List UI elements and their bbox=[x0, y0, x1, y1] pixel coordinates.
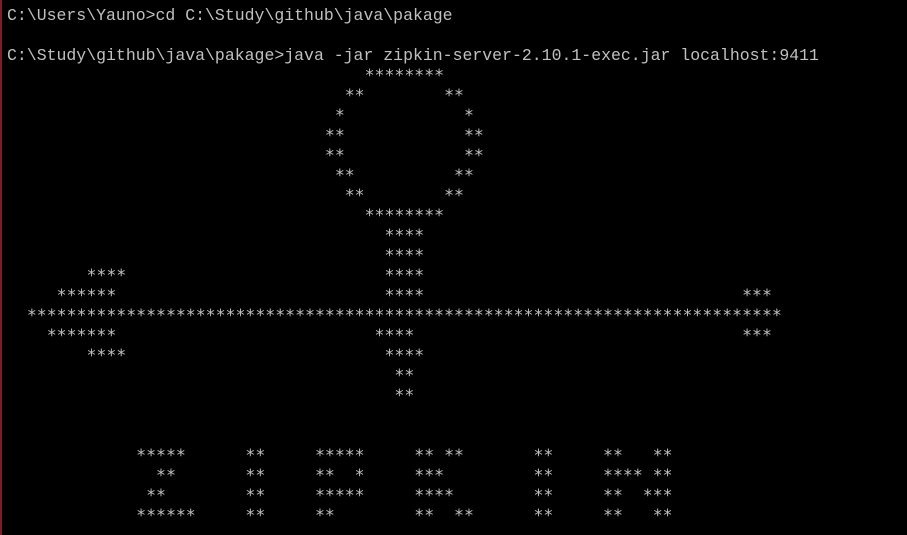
banner-line: ** ** bbox=[7, 146, 484, 165]
banner-line: ** ** bbox=[7, 166, 474, 185]
banner-line: ***** ** ***** ** ** ** ** ** bbox=[7, 446, 673, 465]
banner-line: **** **** bbox=[7, 346, 425, 365]
banner-line: **** bbox=[7, 226, 425, 245]
banner-line: ** ** bbox=[7, 126, 484, 145]
banner-line: ** bbox=[7, 366, 415, 385]
banner-line: ******** bbox=[7, 66, 445, 85]
banner-line: ** ** bbox=[7, 86, 464, 105]
banner-line: ****** ** ** ** ** ** ** ** bbox=[7, 506, 673, 525]
banner-line: ** ** ** * *** ** **** ** bbox=[7, 466, 673, 485]
banner-line: ******** bbox=[7, 206, 445, 225]
banner-line: ** ** bbox=[7, 186, 464, 205]
banner-line: **** **** bbox=[7, 266, 425, 285]
banner-line: ** ** ***** **** ** ** *** bbox=[7, 486, 673, 505]
console-window[interactable]: C:\Users\Yauno>cd C:\Study\github\java\p… bbox=[0, 0, 907, 535]
banner-line: ** bbox=[7, 386, 415, 405]
command-line-cd: C:\Users\Yauno>cd C:\Study\github\java\p… bbox=[7, 6, 453, 25]
banner-line: ****** **** *** bbox=[7, 286, 772, 305]
banner-line: ****************************************… bbox=[7, 306, 782, 325]
banner-line: ******* **** *** bbox=[7, 326, 772, 345]
command-line-java: C:\Study\github\java\pakage>java -jar zi… bbox=[7, 46, 819, 65]
banner-line: **** bbox=[7, 246, 425, 265]
banner-line: * * bbox=[7, 106, 474, 125]
